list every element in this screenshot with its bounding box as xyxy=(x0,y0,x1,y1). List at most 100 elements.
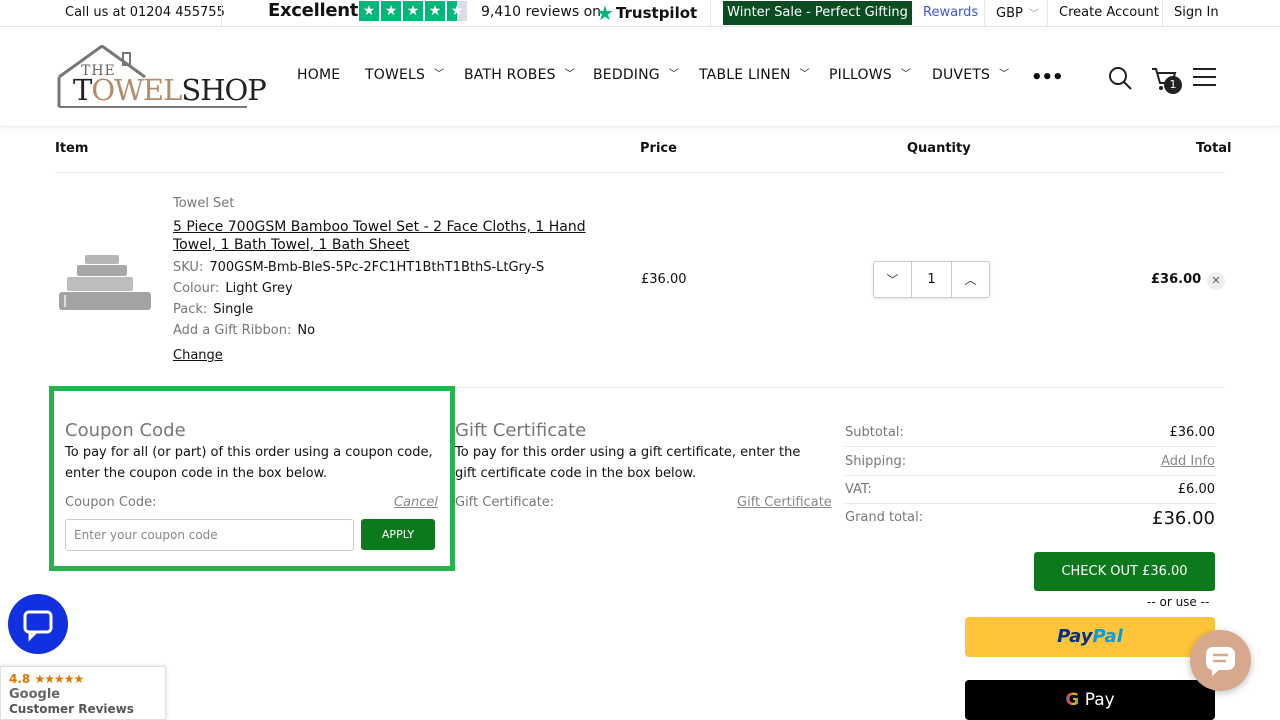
subtotal-label: Subtotal: xyxy=(845,425,904,440)
product-image[interactable] xyxy=(55,245,155,320)
divider xyxy=(1162,0,1163,26)
chevron-down-icon: ﹀ xyxy=(668,69,680,80)
nav-bedding[interactable]: BEDDING ﹀ xyxy=(593,67,679,83)
nav-label: BEDDING xyxy=(593,67,660,83)
remove-item-icon[interactable]: ✕ xyxy=(1207,272,1225,290)
support-chat-button[interactable] xyxy=(1190,630,1251,691)
item-total: £36.00 xyxy=(1151,272,1202,287)
option-key: Add a Gift Ribbon: xyxy=(173,323,292,338)
nav-home[interactable]: HOME xyxy=(297,67,340,83)
star-half-icon: ★ xyxy=(447,1,467,21)
quantity-value[interactable]: 1 xyxy=(911,262,952,297)
product-sku: SKU: 700GSM-Bmb-BleS-5Pc-2FC1HT1BthT1BthS… xyxy=(173,260,544,275)
decrease-quantity-button[interactable]: ﹀ xyxy=(874,262,911,297)
product-category: Towel Set xyxy=(173,196,235,211)
star-icon: ★ xyxy=(381,1,401,21)
nav-towels[interactable]: TOWELS ﹀ xyxy=(365,67,444,83)
rating-value: 4.8 xyxy=(9,672,31,686)
gift-certificate-label: Gift Certificate: xyxy=(455,495,555,510)
google-pay-button[interactable]: G Pay xyxy=(965,680,1215,720)
coupon-input[interactable] xyxy=(65,519,354,551)
site-logo[interactable]: THE TOWELSHOP xyxy=(57,45,267,113)
trustpilot-stars: ★ ★ ★ ★ ★ xyxy=(359,1,467,21)
nav-pillows[interactable]: PILLOWS ﹀ xyxy=(829,67,911,83)
top-bar: Call us at 01204 455755 Excellent ★ ★ ★ … xyxy=(0,0,1280,44)
chevron-down-icon: ﹀ xyxy=(434,69,445,80)
paypal-logo-part: Pal xyxy=(1092,626,1123,647)
chat-bubble-icon xyxy=(23,610,53,642)
sign-in-link[interactable]: Sign In xyxy=(1174,5,1219,20)
change-options-link[interactable]: Change xyxy=(173,348,223,363)
divider xyxy=(55,172,1225,173)
phone-number[interactable]: Call us at 01204 455755 xyxy=(65,5,225,20)
product-colour: Colour: Light Grey xyxy=(173,281,293,296)
chevron-up-icon: ︿ xyxy=(964,273,977,287)
paypal-button[interactable]: PayPal xyxy=(965,617,1215,657)
gift-certificate-link[interactable]: Gift Certificate xyxy=(737,495,832,510)
increase-quantity-button[interactable]: ︿ xyxy=(952,262,989,297)
shipping-label: Shipping: xyxy=(845,454,907,469)
gift-certificate-description: To pay for this order using a gift certi… xyxy=(455,445,801,481)
chevron-down-icon: ﹀ xyxy=(900,69,912,80)
chevron-down-icon: ﹀ xyxy=(564,69,575,80)
star-icon: ★ xyxy=(425,1,445,21)
hamburger-menu-icon[interactable] xyxy=(1193,68,1216,86)
option-key: SKU: xyxy=(173,260,204,275)
google-reviews-label: Customer Reviews xyxy=(9,702,134,716)
search-icon[interactable] xyxy=(1108,66,1132,90)
product-gift-ribbon: Add a Gift Ribbon: No xyxy=(173,323,315,338)
create-account-link[interactable]: Create Account xyxy=(1059,5,1159,20)
google-g-icon: G xyxy=(1065,690,1080,710)
live-chat-button[interactable] xyxy=(8,594,68,654)
currency-label: GBP xyxy=(996,6,1023,21)
sale-banner-link[interactable]: Winter Sale - Perfect Gifting > xyxy=(723,1,912,44)
nav-label: PILLOWS xyxy=(829,67,892,83)
logo-shop: SHOP xyxy=(181,73,266,107)
header-item: Item xyxy=(55,141,89,156)
header-price: Price xyxy=(640,141,677,156)
currency-selector[interactable]: GBP ﹀ xyxy=(996,5,1039,21)
star-icon: ★ xyxy=(403,1,423,21)
nav-label: TABLE LINEN xyxy=(699,67,791,83)
gift-certificate-title: Gift Certificate xyxy=(455,420,587,441)
chevron-down-icon: ﹀ xyxy=(999,69,1010,80)
product-name-link[interactable]: 5 Piece 700GSM Bamboo Towel Set - 2 Face… xyxy=(173,218,633,254)
option-value: Light Grey xyxy=(225,281,293,296)
grand-total-label: Grand total: xyxy=(845,510,924,525)
chevron-down-icon: ﹀ xyxy=(886,273,899,287)
coupon-cancel-link[interactable]: Cancel xyxy=(394,495,438,510)
nav-label: TOWELS xyxy=(365,67,426,83)
nav-label: DUVETS xyxy=(932,67,991,83)
divider xyxy=(845,446,1215,447)
star-icon: ★ xyxy=(359,1,379,21)
divider xyxy=(845,503,1215,504)
option-value: 700GSM-Bmb-BleS-5Pc-2FC1HT1BthT1BthS-LtG… xyxy=(209,260,545,275)
logo-wordmark: TOWELSHOP xyxy=(73,73,267,107)
more-menu-icon[interactable]: ••• xyxy=(1031,67,1064,88)
google-rating: 4.8 ★★★★★ xyxy=(9,672,84,686)
coupon-label: Coupon Code: xyxy=(65,495,157,510)
apply-coupon-button[interactable]: APPLY xyxy=(361,519,435,550)
nav-table-linen[interactable]: TABLE LINEN ﹀ xyxy=(699,67,810,83)
rewards-link[interactable]: Rewards xyxy=(923,5,978,20)
item-price: £36.00 xyxy=(641,272,687,287)
checkout-button[interactable]: CHECK OUT £36.00 xyxy=(1034,552,1215,591)
or-use-label: -- or use -- xyxy=(1147,595,1210,609)
trustpilot-reviews[interactable]: 9,410 reviews on xyxy=(481,4,601,20)
option-value: No xyxy=(297,323,316,338)
nav-bath-robes[interactable]: BATH ROBES ﹀ xyxy=(464,67,575,83)
cart-count-badge: 1 xyxy=(1164,76,1182,94)
nav-label: BATH ROBES xyxy=(464,67,556,83)
option-value: Single xyxy=(213,302,254,317)
grand-total-value: £36.00 xyxy=(1152,508,1215,529)
trustpilot-logo[interactable]: ★ Trustpilot xyxy=(596,1,697,25)
coupon-description: To pay for all (or part) of this order u… xyxy=(65,445,433,481)
shipping-add-info-link[interactable]: Add Info xyxy=(1161,454,1215,469)
google-reviews-badge[interactable]: 4.8 ★★★★★ Google Customer Reviews xyxy=(0,666,166,720)
chevron-down-icon: ﹀ xyxy=(799,69,810,80)
coupon-title: Coupon Code xyxy=(65,420,186,441)
divider xyxy=(221,0,222,26)
trustpilot-star-icon: ★ xyxy=(596,1,614,25)
nav-duvets[interactable]: DUVETS ﹀ xyxy=(932,67,1009,83)
header-total: Total xyxy=(1196,141,1232,156)
